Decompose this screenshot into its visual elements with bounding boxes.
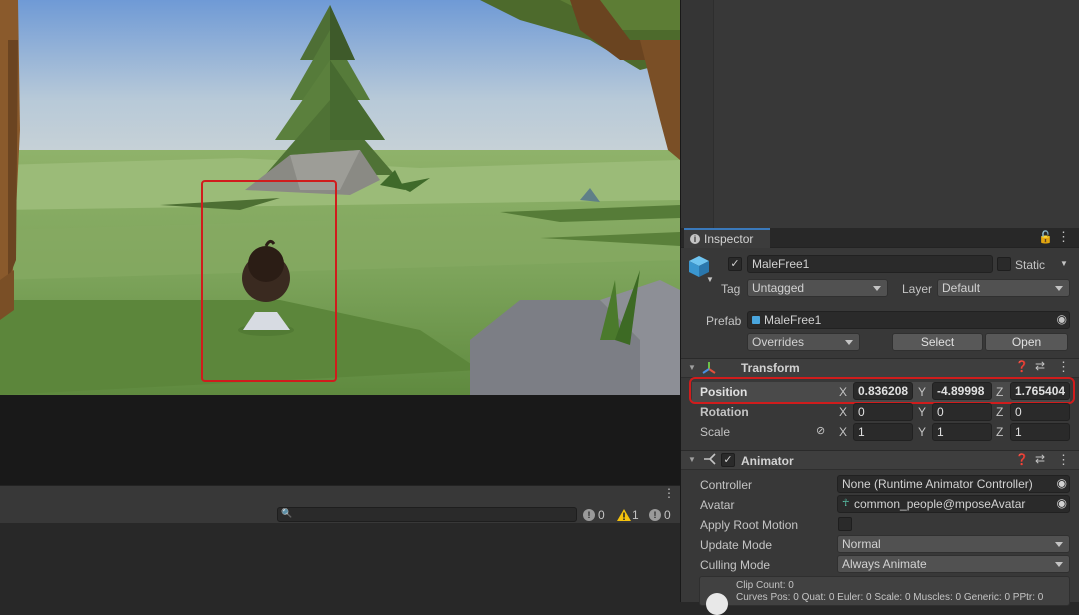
presets-icon[interactable]: ⇄ xyxy=(1035,359,1045,373)
layer-dropdown[interactable]: Default xyxy=(937,279,1070,297)
hierarchy-gutter xyxy=(681,0,714,228)
log-count: 0 xyxy=(598,507,605,522)
controller-value: None (Runtime Animator Controller) xyxy=(842,477,1033,491)
object-picker-icon[interactable]: ◉ xyxy=(1057,312,1067,327)
console-search-input[interactable]: 🔍 xyxy=(277,507,577,522)
constrain-proportions-icon[interactable]: ⊘ xyxy=(816,424,825,437)
update-mode-label: Update Mode xyxy=(700,538,773,552)
culling-mode-dropdown[interactable]: Always Animate xyxy=(837,555,1070,573)
console-log-list[interactable] xyxy=(0,523,680,602)
rotation-label: Rotation xyxy=(700,405,749,419)
prefab-cube-icon xyxy=(752,316,760,324)
animator-enabled-checkbox[interactable]: ✓ xyxy=(721,453,735,467)
info-icon: i xyxy=(690,234,700,244)
prefab-open-button[interactable]: Open xyxy=(985,333,1068,351)
update-mode-dropdown[interactable]: Normal xyxy=(837,535,1070,553)
static-label: Static xyxy=(1015,258,1046,272)
scale-y-label: Y xyxy=(918,425,927,439)
clip-count-text: Clip Count: 0 xyxy=(736,580,794,591)
prefab-asset-name: MaleFree1 xyxy=(764,313,822,327)
rotation-x-field[interactable]: 0 xyxy=(853,403,913,421)
console-menu-icon[interactable]: ⋮ xyxy=(663,487,675,500)
curves-info-text: Curves Pos: 0 Quat: 0 Euler: 0 Scale: 0 … xyxy=(736,592,1044,603)
scene-empty-area xyxy=(0,395,680,485)
rotation-x-label: X xyxy=(839,405,848,419)
culling-mode-label: Culling Mode xyxy=(700,558,771,572)
apply-root-motion-checkbox[interactable] xyxy=(838,517,852,531)
icon-dropdown-chevron-icon[interactable]: ▼ xyxy=(706,275,714,284)
controller-field[interactable]: None (Runtime Animator Controller) ◉ xyxy=(837,475,1070,493)
rotation-z-field[interactable]: 0 xyxy=(1010,403,1070,421)
error-icon: ! xyxy=(649,508,661,521)
avatar-field[interactable]: ☥ common_people@mposeAvatar ◉ xyxy=(837,495,1070,513)
overrides-dropdown[interactable]: Overrides xyxy=(747,333,860,351)
scale-label: Scale xyxy=(700,425,731,439)
presets-icon[interactable]: ⇄ xyxy=(1035,452,1045,466)
error-count-badge[interactable]: ! 0 xyxy=(649,506,671,523)
hierarchy-panel[interactable] xyxy=(681,0,1079,228)
rotation-y-label: Y xyxy=(918,405,927,419)
scale-x-field[interactable]: 1 xyxy=(853,423,913,441)
object-picker-icon[interactable]: ◉ xyxy=(1057,476,1067,491)
component-menu-icon[interactable]: ⋮ xyxy=(1057,452,1070,468)
transform-foldout-icon[interactable]: ▼ xyxy=(688,363,696,372)
warning-count: 1 xyxy=(632,507,639,522)
tag-dropdown[interactable]: Untagged xyxy=(747,279,888,297)
scale-z-label: Z xyxy=(996,425,1004,439)
help-icon[interactable]: ❓ xyxy=(1015,360,1029,373)
info-icon xyxy=(706,593,728,615)
active-checkbox[interactable]: ✓ xyxy=(728,257,742,271)
scale-x-label: X xyxy=(839,425,848,439)
tab-inspector[interactable]: i Inspector xyxy=(684,228,770,248)
prefab-label: Prefab xyxy=(706,314,742,328)
search-icon: 🔍 xyxy=(281,508,293,518)
rotation-z-label: Z xyxy=(996,405,1004,419)
character-highlight-box xyxy=(201,180,337,382)
component-menu-icon[interactable]: ⋮ xyxy=(1057,359,1070,375)
tab-menu-icon[interactable]: ⋮ xyxy=(1057,229,1070,245)
error-count: 0 xyxy=(664,507,671,522)
apply-root-motion-label: Apply Root Motion xyxy=(700,518,799,532)
scene-view[interactable] xyxy=(0,0,680,395)
transform-title: Transform xyxy=(741,361,800,375)
tab-inspector-label: Inspector xyxy=(704,232,754,246)
position-highlight-box xyxy=(689,377,1075,404)
prefab-select-button[interactable]: Select xyxy=(892,333,983,351)
static-dropdown-chevron-icon[interactable]: ▼ xyxy=(1060,259,1068,268)
avatar-label: Avatar xyxy=(700,498,735,512)
object-picker-icon[interactable]: ◉ xyxy=(1057,496,1067,511)
info-icon: ! xyxy=(583,508,595,521)
lock-icon[interactable]: 🔓 xyxy=(1038,230,1053,244)
object-name-field[interactable]: MaleFree1 xyxy=(747,255,993,273)
layer-label: Layer xyxy=(902,282,933,296)
animator-title: Animator xyxy=(741,454,794,468)
scene-render xyxy=(0,0,680,395)
avatar-figure-icon: ☥ xyxy=(842,498,850,509)
scale-y-field[interactable]: 1 xyxy=(932,423,992,441)
static-checkbox[interactable] xyxy=(997,257,1011,271)
warning-icon xyxy=(617,508,631,521)
prefab-asset-field[interactable]: MaleFree1 ◉ xyxy=(747,311,1070,329)
animator-icon xyxy=(702,452,716,466)
rotation-y-field[interactable]: 0 xyxy=(932,403,992,421)
avatar-value: common_people@mposeAvatar xyxy=(854,497,1026,511)
scale-z-field[interactable]: 1 xyxy=(1010,423,1070,441)
help-icon[interactable]: ❓ xyxy=(1015,453,1029,466)
transform-icon xyxy=(702,361,716,375)
warning-count-badge[interactable]: 1 xyxy=(617,506,639,523)
log-count-badge[interactable]: ! 0 xyxy=(583,506,605,523)
animator-foldout-icon[interactable]: ▼ xyxy=(688,455,696,464)
controller-label: Controller xyxy=(700,478,753,492)
tag-label: Tag xyxy=(721,282,741,296)
